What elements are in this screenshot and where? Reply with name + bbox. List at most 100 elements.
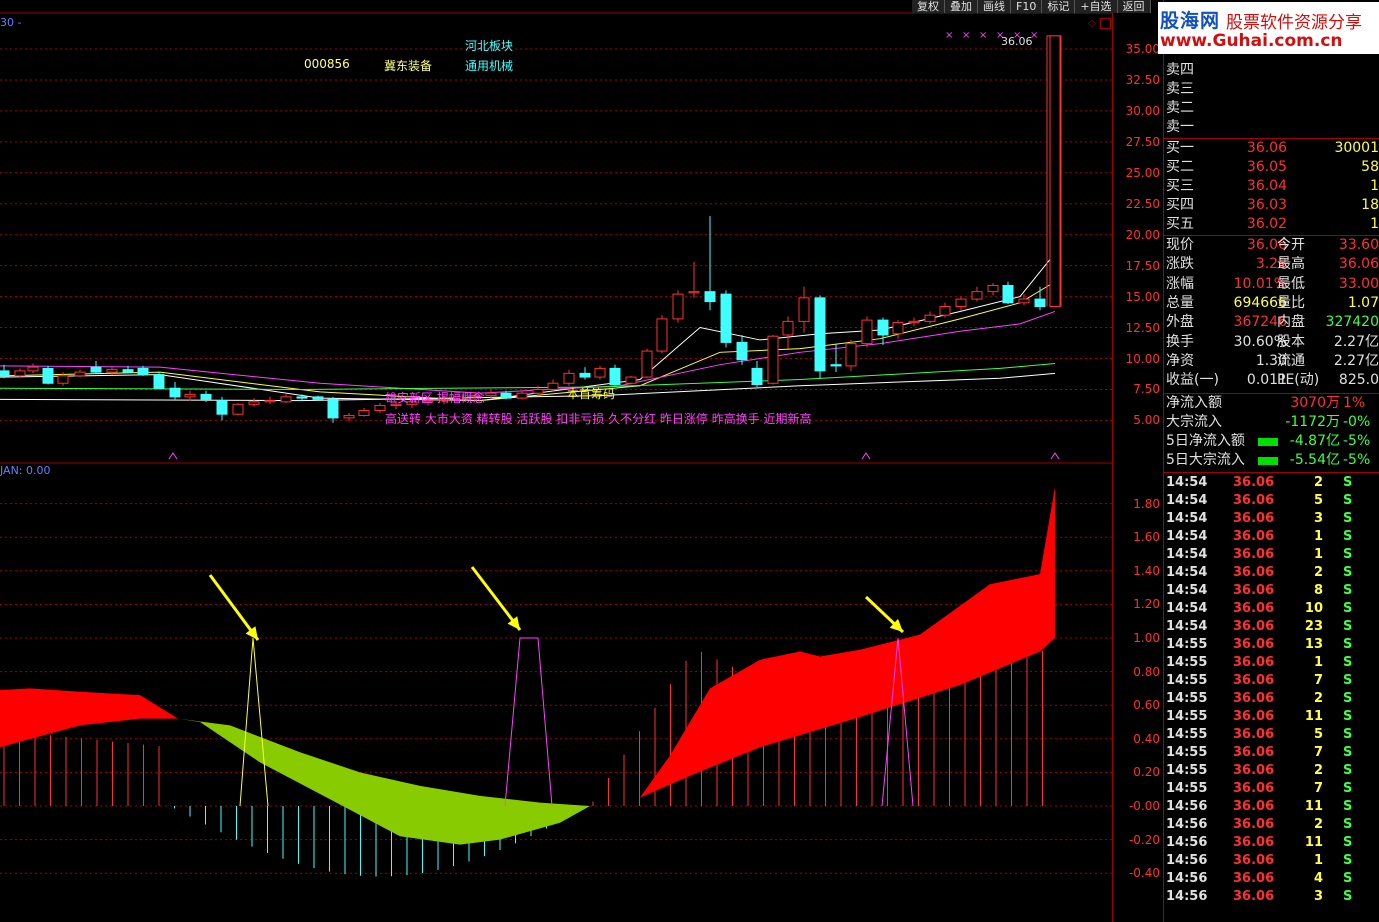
tick-time: 14:55: [1166, 781, 1208, 796]
tick-time: 14:54: [1166, 493, 1208, 508]
tick-volume: 7: [1313, 673, 1323, 688]
tick-price: 36.06: [1233, 673, 1275, 688]
kline-chart[interactable]: × × × × × ×: [0, 0, 1112, 922]
toolbar-restore-rights[interactable]: 复权: [912, 0, 945, 13]
tick-side: S: [1343, 853, 1353, 868]
bid-label: 买五: [1166, 216, 1194, 232]
tick-row: 14:54 36.06 10 S: [1163, 600, 1379, 618]
tick-time: 14:55: [1166, 745, 1208, 760]
signal-marker: [1050, 452, 1060, 460]
tick-time: 14:56: [1166, 835, 1208, 850]
tick-time: 14:55: [1166, 709, 1208, 724]
indicator-tick-label: -0.40: [1128, 866, 1160, 881]
candle-body: [845, 343, 857, 367]
tick-volume: 2: [1313, 763, 1323, 778]
toolbar-overlay[interactable]: 叠加: [945, 0, 978, 13]
candle-body: [720, 293, 732, 343]
tick-side: S: [1343, 799, 1353, 814]
quote-key: 股本: [1277, 333, 1305, 350]
flow-label: 净流入额: [1166, 395, 1222, 411]
tick-row: 14:55 36.06 1 S: [1163, 654, 1379, 672]
quote-key: 净资: [1166, 352, 1194, 369]
chip-label: 本首筹码: [567, 387, 616, 401]
close-icon[interactable]: [1100, 18, 1111, 29]
bid-label: 买二: [1166, 159, 1194, 175]
tick-row: 14:56 36.06 3 S: [1163, 888, 1379, 906]
tick-price: 36.06: [1233, 817, 1275, 832]
indicator-tick-label: -0.00: [1128, 799, 1160, 813]
indicator-tick-label: 1.60: [1133, 530, 1160, 545]
tick-price: 36.06: [1233, 781, 1275, 796]
tick-row: 14:56 36.06 11 S: [1163, 798, 1379, 816]
tick-price: 36.06: [1233, 565, 1275, 580]
indicator-tick-label: -0.20: [1128, 832, 1160, 847]
candle-body: [532, 388, 544, 394]
candle-body: [184, 393, 196, 398]
candle-body: [500, 392, 512, 399]
panel-row: 卖三: [1163, 80, 1379, 99]
panel-row: 5日大宗流入 -5.54亿 -5%: [1163, 451, 1379, 470]
tick-volume: 2: [1313, 817, 1323, 832]
candle-body: [27, 366, 39, 372]
flow-pct: -5%: [1343, 433, 1371, 449]
candle-body: [830, 364, 842, 367]
tick-time: 14:56: [1166, 799, 1208, 814]
tick-volume: 10: [1304, 601, 1323, 616]
toolbar-f10[interactable]: F10: [1011, 0, 1043, 13]
flow-pct: 1%: [1343, 395, 1366, 411]
tick-volume: 11: [1304, 799, 1323, 814]
tick-price: 36.06: [1233, 871, 1275, 886]
quote-key: 内盘: [1277, 314, 1305, 331]
diamond-icon[interactable]: ◇: [1088, 18, 1096, 29]
tick-row: 14:56 36.06 1 S: [1163, 852, 1379, 870]
toolbar-back[interactable]: 返回: [1117, 0, 1151, 13]
candle-body: [672, 293, 684, 320]
tick-price: 36.06: [1233, 853, 1275, 868]
tick-side: S: [1343, 835, 1353, 850]
cross-marker: ×: [962, 30, 970, 41]
cross-marker: ×: [979, 30, 987, 41]
candle-body: [485, 392, 497, 397]
indicator-subchart: [0, 486, 1055, 877]
candle-body: [327, 398, 339, 419]
quote-value: 36.06: [1338, 256, 1379, 273]
tick-row: 14:55 36.06 11 S: [1163, 708, 1379, 726]
tick-side: S: [1343, 745, 1353, 760]
concept-line-2: 高送转 大市大资 精转股 活跃股 扣非亏损 久不分红 昨日涨停 昨高换手 近期新…: [385, 412, 812, 426]
bid-volume: 58: [1361, 159, 1379, 175]
indicator-axis: 1.80 1.60 1.40 1.20 1.00 0.80 0.60 0.40 0.20 -0.0…: [1112, 0, 1162, 922]
tick-volume: 2: [1313, 475, 1323, 490]
tick-side: S: [1343, 475, 1353, 490]
watermark-logo: 股海网 股票软件资源分享 www.Guhai.com.cn: [1158, 2, 1379, 54]
axis-divider: [1112, 0, 1113, 922]
ask-label: 卖二: [1166, 100, 1194, 116]
candle-body: [312, 396, 324, 400]
concept-line-1: 雄安新区 揭幅概念: [385, 391, 485, 405]
toolbar-add-watchlist[interactable]: +自选: [1075, 0, 1118, 13]
bid-price: 36.05: [1246, 159, 1287, 175]
panel-row: 总量 694666 量比 1.07: [1163, 294, 1379, 313]
panel-row: 5日净流入额 -4.87亿 -5%: [1163, 432, 1379, 451]
candle-body: [106, 369, 118, 373]
indicator-tick-label: 0.60: [1133, 698, 1160, 713]
quote-value: 825.0: [1338, 372, 1379, 389]
toolbar-mark[interactable]: 标记: [1042, 0, 1076, 13]
stock-industry: 通用机械: [465, 59, 514, 73]
tick-time: 14:55: [1166, 673, 1208, 688]
flow-bar: [1258, 438, 1278, 446]
panel-row: 买四 36.03 18: [1163, 196, 1379, 215]
toolbar-draw[interactable]: 画线: [978, 0, 1011, 13]
indicator-tick-label: 1.00: [1133, 631, 1160, 645]
tick-row: 14:54 36.06 23 S: [1163, 618, 1379, 636]
tick-price: 36.06: [1233, 763, 1275, 778]
candle-body: [264, 400, 276, 403]
flow-bar: [1258, 457, 1278, 465]
tick-row: 14:54 36.06 8 S: [1163, 582, 1379, 600]
tick-time: 14:56: [1166, 889, 1208, 904]
arrow-icon: [864, 595, 905, 634]
candle-body: [1034, 298, 1046, 308]
candle-body: [516, 392, 528, 399]
watermark-tagline: 股票软件资源分享: [1226, 13, 1362, 33]
bid-price: 36.03: [1246, 197, 1287, 213]
tick-volume: 11: [1304, 835, 1323, 850]
